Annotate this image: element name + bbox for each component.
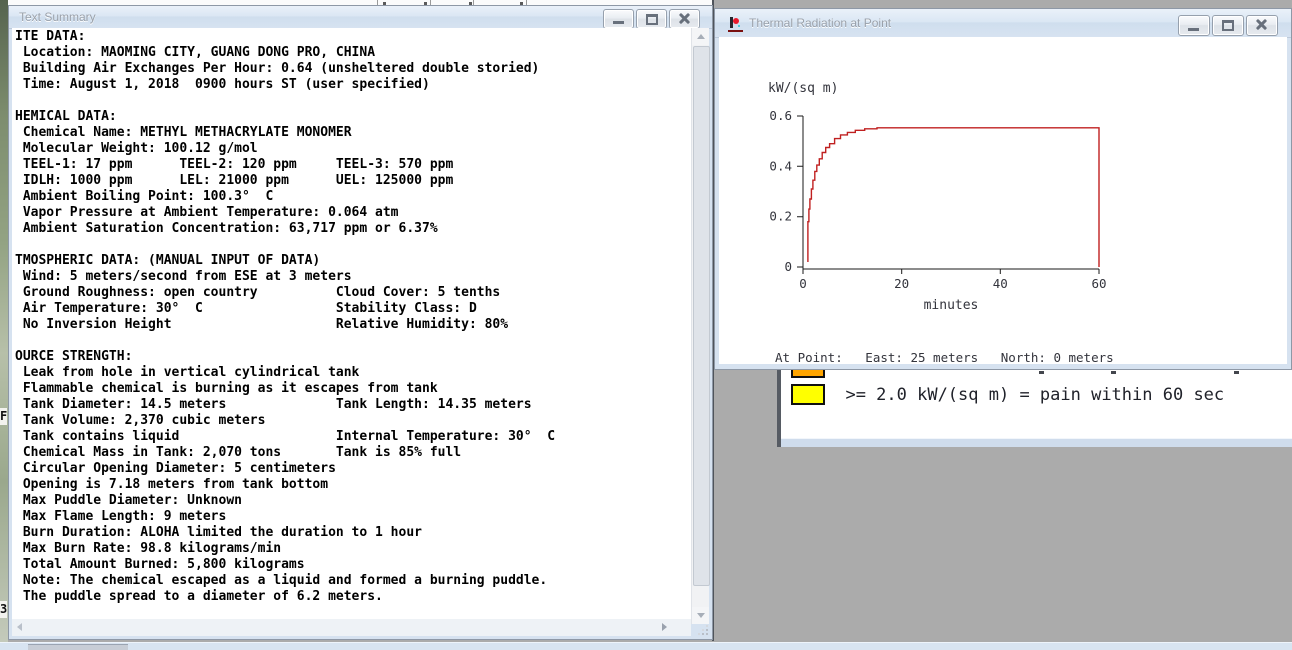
horizontal-scrollbar[interactable] [12, 619, 691, 636]
x-tick-label: 40 [993, 276, 1008, 291]
y-axis-label: kW/(sq m) [768, 81, 839, 96]
legend-row: >= 2.0 kW/(sq m) = pain within 60 sec [791, 384, 1224, 405]
background-map-sliver [0, 0, 8, 642]
background-window-fragment: F [0, 408, 7, 425]
text-summary-window: Text Summary ITE DATA: Location: MAOMING… [8, 5, 713, 640]
clipped-text-fragment [1039, 371, 1044, 374]
at-point-readout: At Point: East: 25 meters North: 0 meter… [775, 350, 1114, 365]
scroll-left-arrow[interactable] [12, 619, 29, 636]
scroll-right-arrow[interactable] [656, 619, 673, 636]
thermal-chart-area: 0 0.2 0.4 0.6 0 20 40 60 kW/(sq m) minutes At P… [719, 37, 1287, 365]
y-tick-label: 0.4 [769, 158, 792, 173]
window-bottom-frame [781, 438, 1292, 447]
scrollbar-thumb[interactable] [693, 46, 710, 586]
taskbar-button-fragment[interactable] [28, 644, 128, 650]
resize-grip[interactable] [698, 625, 708, 635]
scroll-up-arrow[interactable] [692, 28, 709, 45]
window-title: Text Summary [19, 10, 96, 24]
vertical-scrollbar[interactable] [691, 28, 710, 624]
y-tick-label: 0.2 [769, 209, 792, 224]
legend-label: >= 2.0 kW/(sq m) = pain within 60 sec [845, 384, 1225, 405]
restore-button[interactable] [636, 9, 667, 29]
thermal-radiation-curve [807, 127, 1100, 267]
close-button[interactable] [669, 9, 700, 29]
minimize-button[interactable] [603, 9, 634, 29]
x-axis-label: minutes [923, 298, 979, 313]
legend-swatch-yellow [791, 384, 825, 405]
restore-button[interactable] [1212, 15, 1244, 36]
scroll-down-arrow[interactable] [692, 607, 709, 624]
thermal-radiation-window: Thermal Radiation at Point 0 0.2 0.4 0.6 0 20… [714, 8, 1292, 370]
title-bar[interactable]: Thermal Radiation at Point [715, 9, 1291, 38]
title-bar[interactable]: Text Summary [9, 6, 712, 29]
background-window-fragment: 3 [0, 601, 7, 618]
x-tick-label: 60 [1091, 276, 1106, 291]
window-title: Thermal Radiation at Point [749, 16, 892, 30]
minimize-button[interactable] [1178, 15, 1210, 36]
y-tick-label: 0 [784, 259, 792, 274]
chart-axes [797, 115, 1100, 274]
y-tick-label: 0.6 [769, 108, 792, 123]
x-tick-label: 0 [799, 276, 807, 291]
clipped-text-fragment [1234, 371, 1239, 374]
text-summary-text: ITE DATA: Location: MAOMING CITY, GUANG … [15, 29, 556, 604]
aloha-app-icon [728, 16, 743, 32]
text-summary-content: ITE DATA: Location: MAOMING CITY, GUANG … [12, 28, 691, 624]
x-tick-label: 20 [894, 276, 909, 291]
close-button[interactable] [1246, 15, 1278, 36]
clipped-text-fragment [1111, 371, 1116, 374]
